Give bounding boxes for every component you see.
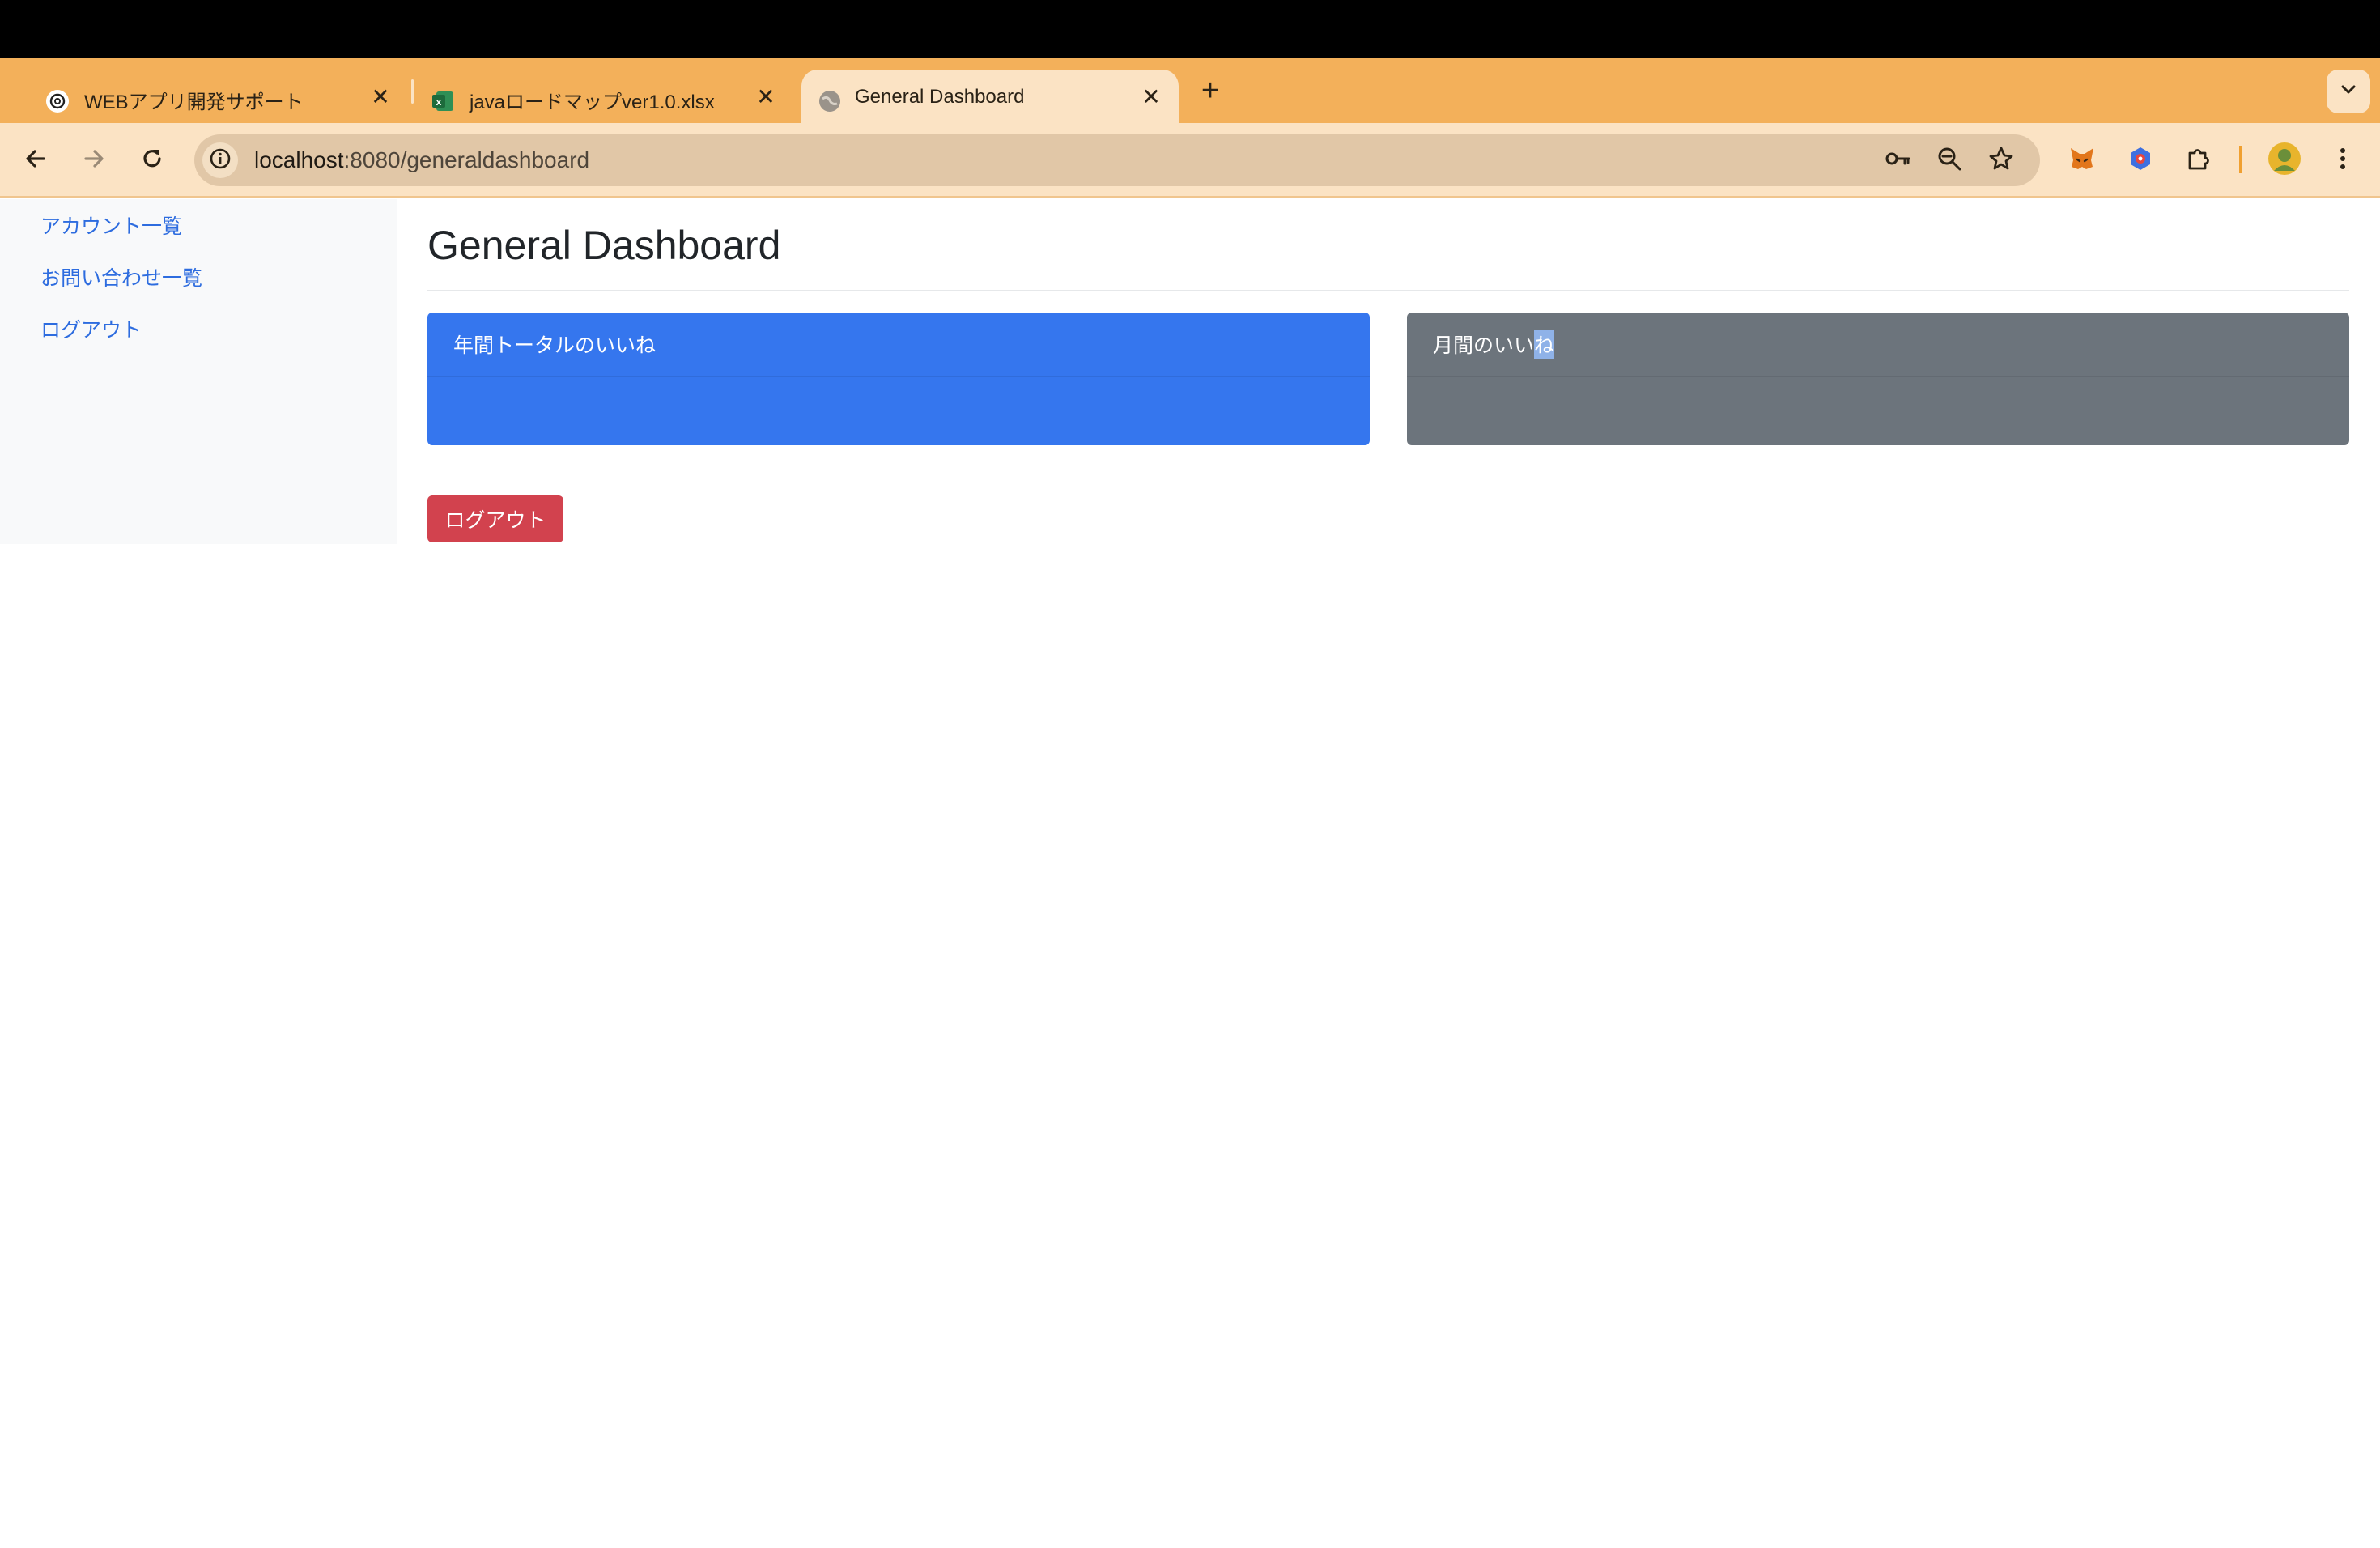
openai-icon xyxy=(45,89,70,113)
sidebar-link-account-list[interactable]: アカウント一覧 xyxy=(40,211,182,240)
new-tab-button[interactable]: + xyxy=(1198,75,1222,106)
star-icon xyxy=(1987,145,2015,176)
address-bar[interactable]: localhost:8080/generaldashboard xyxy=(194,134,2040,186)
reload-icon xyxy=(139,146,165,176)
tab-title: General Dashboard xyxy=(855,86,1025,108)
puzzle-piece-icon xyxy=(2184,144,2213,177)
bookmark-button[interactable] xyxy=(1983,142,2019,178)
browser-tab-strip: WEBアプリ開発サポート ✕ x javaロードマップver1.0.xlsx ✕… xyxy=(0,58,2380,123)
card-header-text: 月間のいい xyxy=(1433,334,1535,357)
zoom-out-icon xyxy=(1936,145,1963,176)
url-host: localhost xyxy=(254,147,344,172)
tab-title: javaロードマップver1.0.xlsx xyxy=(470,91,715,113)
profile-button[interactable] xyxy=(2267,142,2302,178)
excel-icon: x xyxy=(431,89,455,113)
browser-toolbar: localhost:8080/generaldashboard xyxy=(0,123,2380,198)
tab-general-dashboard[interactable]: General Dashboard ✕ xyxy=(801,70,1179,123)
reload-button[interactable] xyxy=(134,142,170,178)
browser-menu-button[interactable] xyxy=(2325,142,2361,178)
card-header-text: 年間トータルのいいね xyxy=(453,334,657,357)
key-icon xyxy=(1883,144,1912,177)
info-icon xyxy=(209,147,232,174)
card-body xyxy=(427,377,1370,445)
site-info-button[interactable] xyxy=(202,142,238,178)
card-body xyxy=(1407,377,2349,445)
fox-icon xyxy=(2068,144,2097,177)
toolbar-separator xyxy=(2239,146,2242,173)
sidebar-link-logout[interactable]: ログアウト xyxy=(40,314,142,343)
tab-webapp-support[interactable]: WEBアプリ開発サポート ✕ xyxy=(0,70,405,123)
os-menu-bar xyxy=(0,0,2380,58)
back-button[interactable] xyxy=(18,142,53,178)
yearly-likes-card: 年間トータルのいいね xyxy=(427,313,1370,445)
close-tab-icon[interactable]: ✕ xyxy=(1140,86,1162,108)
more-vertical-icon xyxy=(2329,145,2357,176)
selected-text: ね xyxy=(1534,330,1555,359)
title-divider xyxy=(427,290,2349,291)
avatar xyxy=(2267,142,2301,180)
tab-title: WEBアプリ開発サポート xyxy=(84,91,304,113)
url-path: :8080/generaldashboard xyxy=(343,147,590,172)
tab-search-button[interactable] xyxy=(2327,70,2370,113)
card-header: 年間トータルのいいね xyxy=(427,313,1370,377)
zoom-button[interactable] xyxy=(1932,142,1967,178)
globe-icon xyxy=(818,89,842,113)
sidebar-link-inquiry-list[interactable]: お問い合わせ一覧 xyxy=(40,262,202,291)
page-title: General Dashboard xyxy=(427,223,781,268)
metamask-extension-button[interactable] xyxy=(2064,142,2100,178)
close-tab-icon[interactable]: ✕ xyxy=(754,86,777,108)
extensions-menu-button[interactable] xyxy=(2181,142,2216,178)
extension-logo-icon xyxy=(2127,145,2154,176)
sidebar: アカウント一覧 お問い合わせ一覧 ログアウト xyxy=(0,199,397,544)
arrow-right-icon xyxy=(81,146,107,176)
forward-button[interactable] xyxy=(76,142,112,178)
card-header: 月間のいいね xyxy=(1407,313,2349,377)
svg-text:x: x xyxy=(436,96,442,108)
chevron-down-icon xyxy=(2338,79,2359,104)
password-key-button[interactable] xyxy=(1880,142,1915,178)
tab-java-roadmap[interactable]: x javaロードマップver1.0.xlsx ✕ xyxy=(385,70,790,123)
arrow-left-icon xyxy=(23,146,49,176)
logout-button[interactable]: ログアウト xyxy=(427,495,563,542)
url-text: localhost:8080/generaldashboard xyxy=(254,147,589,173)
extension-button[interactable] xyxy=(2123,142,2158,178)
monthly-likes-card: 月間のいいね xyxy=(1407,313,2349,445)
